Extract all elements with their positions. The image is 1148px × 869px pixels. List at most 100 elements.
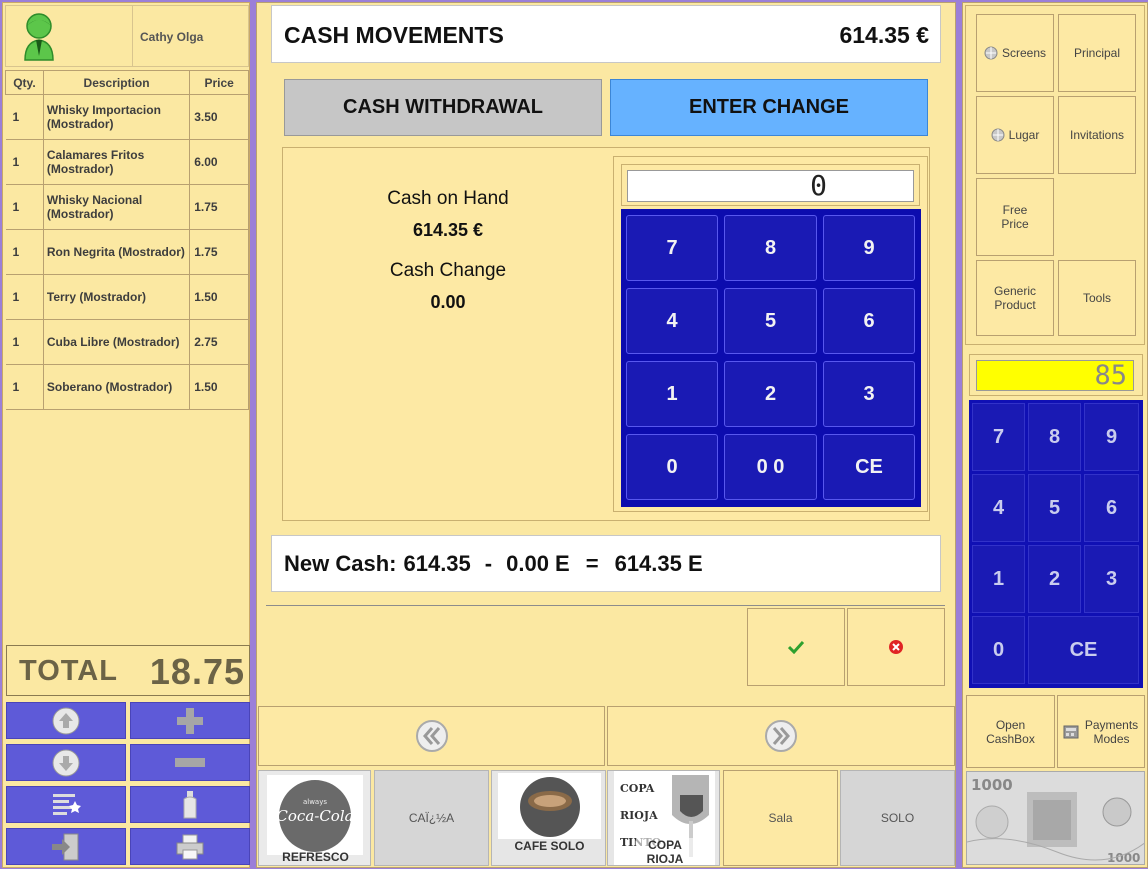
banknote-image-icon[interactable]: 1000 1000 — [966, 771, 1145, 865]
qty-header: Qty. — [5, 70, 44, 95]
split-ticket-button[interactable] — [130, 786, 250, 823]
user-name: Cathy Olga — [140, 30, 204, 44]
table-row[interactable]: 1 Calamares Fritos (Mostrador) 6.00 — [5, 139, 249, 185]
edit-lines-button[interactable] — [6, 786, 126, 823]
generic-product-button[interactable]: Generic Product — [976, 260, 1054, 336]
side-key-4[interactable]: 4 — [972, 474, 1025, 542]
keypad-0[interactable]: 0 — [626, 434, 718, 500]
side-key-8[interactable]: 8 — [1028, 403, 1081, 471]
lugar-label: Lugar — [1008, 128, 1040, 142]
cash-on-hand-value: 614.35 € — [412, 220, 484, 240]
product-copa-rioja[interactable]: COPA RIOJA TINTO COPA RIOJA — [607, 770, 720, 866]
dialog-header: CASH MOVEMENTS 614.35 € — [271, 5, 941, 63]
keypad-7[interactable]: 7 — [626, 215, 718, 281]
table-row[interactable]: 1 Terry (Mostrador) 1.50 — [5, 274, 249, 320]
keypad-4[interactable]: 4 — [626, 288, 718, 354]
previous-page-button[interactable] — [258, 706, 605, 766]
open-cashbox-button[interactable]: Open CashBox — [966, 695, 1055, 768]
principal-button[interactable]: Principal — [1058, 14, 1136, 92]
keypad-9[interactable]: 9 — [823, 215, 915, 281]
cash-change-label: Cash Change — [389, 260, 507, 281]
table-row[interactable]: 1 Whisky Importacion (Mostrador) 3.50 — [5, 94, 249, 140]
user-header: Cathy Olga — [5, 5, 249, 67]
keypad-8[interactable]: 8 — [724, 215, 817, 281]
side-key-2[interactable]: 2 — [1028, 545, 1081, 613]
arrow-down-icon — [52, 749, 80, 776]
keypad-00[interactable]: 0 0 — [724, 434, 817, 500]
product-solo[interactable]: SOLO — [840, 770, 955, 866]
product-cafe-solo[interactable]: CAFE SOLO — [491, 770, 606, 866]
arrow-up-icon — [52, 707, 80, 734]
new-cash-label: New Cash: — [284, 550, 397, 576]
principal-label: Principal — [1073, 46, 1121, 60]
print-button[interactable] — [130, 828, 250, 865]
lugar-button[interactable]: Lugar — [976, 96, 1054, 174]
new-cash-a: 614.35 — [403, 550, 471, 576]
table-row[interactable]: 1 Whisky Nacional (Mostrador) 1.75 — [5, 184, 249, 230]
amount-keypad: 7 8 9 4 5 6 1 2 3 0 0 0 CE — [621, 209, 921, 507]
price-cell: 3.50 — [189, 94, 249, 140]
payment-modes-button[interactable]: Payments Modes — [1057, 695, 1145, 768]
side-key-6[interactable]: 6 — [1084, 474, 1139, 542]
side-keypad: 7 8 9 4 5 6 1 2 3 0 CE — [969, 400, 1143, 688]
side-key-0[interactable]: 0 — [972, 616, 1025, 684]
tools-button[interactable]: Tools — [1058, 260, 1136, 336]
enter-change-button[interactable]: ENTER CHANGE — [610, 79, 928, 136]
plus-icon — [177, 707, 203, 734]
screens-label: Screens — [1001, 46, 1047, 60]
new-cash-result: 614.35 E — [614, 550, 703, 576]
amount-display[interactable]: 0 — [627, 170, 914, 202]
product-cana[interactable]: CAÏ¿½A — [374, 770, 489, 866]
globe-icon — [991, 128, 1005, 142]
product-refresco[interactable]: Coca-Cola always REFRESCO — [258, 770, 371, 866]
globe-icon — [984, 46, 998, 60]
keypad-5[interactable]: 5 — [724, 288, 817, 354]
cancel-button[interactable] — [847, 608, 945, 686]
product-label: CAFE SOLO — [514, 839, 585, 853]
side-key-7[interactable]: 7 — [972, 403, 1025, 471]
user-avatar-icon — [22, 12, 56, 62]
keypad-2[interactable]: 2 — [724, 361, 817, 427]
side-key-3[interactable]: 3 — [1084, 545, 1139, 613]
add-button[interactable] — [130, 702, 250, 739]
payment-modes-label: Payments Modes — [1084, 717, 1139, 746]
table-row[interactable]: 1 Soberano (Mostrador) 1.50 — [5, 364, 249, 410]
next-page-button[interactable] — [607, 706, 955, 766]
generic-product-label: Generic Product — [993, 284, 1037, 312]
table-row[interactable]: 1 Ron Negrita (Mostrador) 1.75 — [5, 229, 249, 275]
invitations-button[interactable]: Invitations — [1058, 96, 1136, 174]
screens-button[interactable]: Screens — [976, 14, 1054, 92]
table-row[interactable]: 1 Cuba Libre (Mostrador) 2.75 — [5, 319, 249, 365]
open-cashbox-label: Open CashBox — [986, 717, 1035, 746]
keypad-3[interactable]: 3 — [823, 361, 915, 427]
side-key-5[interactable]: 5 — [1028, 474, 1081, 542]
keypad-clear[interactable]: CE — [823, 434, 915, 500]
keypad-6[interactable]: 6 — [823, 288, 915, 354]
new-cash-op1: - — [484, 550, 493, 576]
product-sala[interactable]: Sala — [723, 770, 838, 866]
free-price-button[interactable]: Free Price — [976, 178, 1054, 256]
qty-cell: 1 — [5, 139, 44, 185]
coffee-image-icon — [498, 773, 601, 839]
total-value: 18.75 — [149, 651, 245, 692]
side-key-9[interactable]: 9 — [1084, 403, 1139, 471]
description-cell: Whisky Nacional (Mostrador) — [43, 184, 191, 230]
description-cell: Cuba Libre (Mostrador) — [43, 319, 191, 365]
list-edit-icon — [53, 793, 81, 815]
scroll-up-button[interactable] — [6, 702, 126, 739]
side-key-clear[interactable]: CE — [1028, 616, 1139, 684]
keypad-1[interactable]: 1 — [626, 361, 718, 427]
exit-button[interactable] — [6, 828, 126, 865]
cash-withdrawal-button[interactable]: CASH WITHDRAWAL — [284, 79, 602, 136]
side-display[interactable]: 85 — [976, 360, 1134, 391]
total-label: TOTAL — [19, 655, 118, 687]
scroll-down-button[interactable] — [6, 744, 126, 781]
qty-cell: 1 — [5, 229, 44, 275]
remove-button[interactable] — [130, 744, 250, 781]
cash-change-value: 0.00 — [430, 292, 466, 312]
description-cell: Whisky Importacion (Mostrador) — [43, 94, 191, 140]
description-cell: Soberano (Mostrador) — [43, 364, 191, 410]
dialog-title: CASH MOVEMENTS — [284, 22, 504, 48]
ok-button[interactable] — [747, 608, 845, 686]
side-key-1[interactable]: 1 — [972, 545, 1025, 613]
